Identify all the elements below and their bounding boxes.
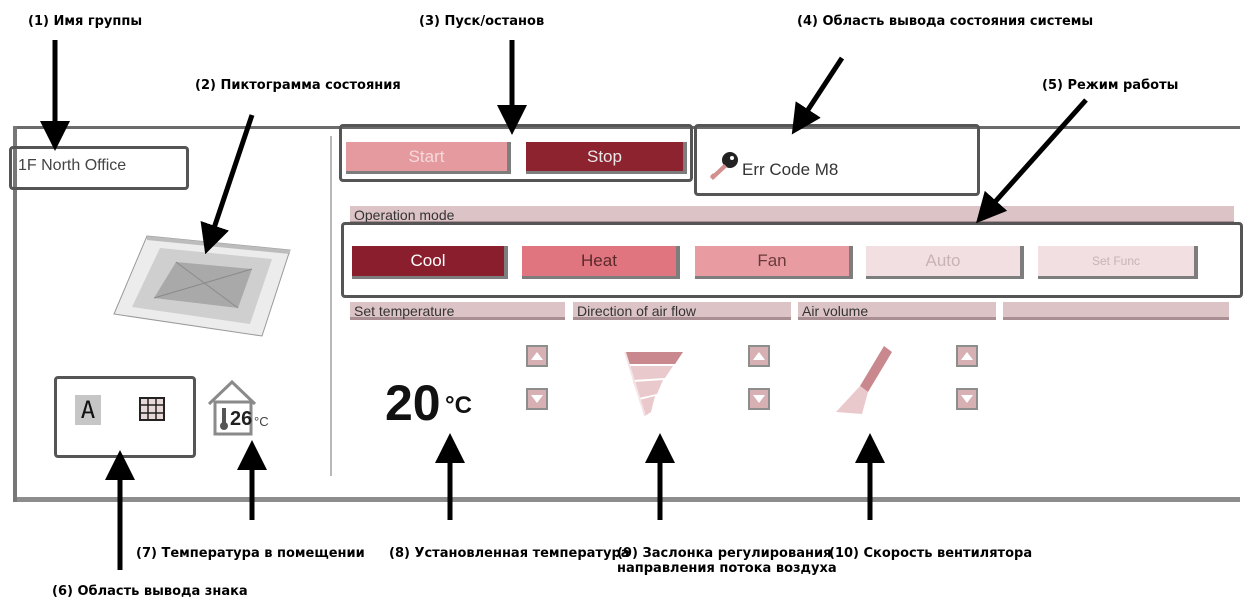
arrow-status-icon (200, 114, 255, 255)
arrow-system-status (791, 56, 845, 135)
annotation-arrows (40, 40, 1088, 570)
arrow-operation-mode (976, 98, 1088, 224)
